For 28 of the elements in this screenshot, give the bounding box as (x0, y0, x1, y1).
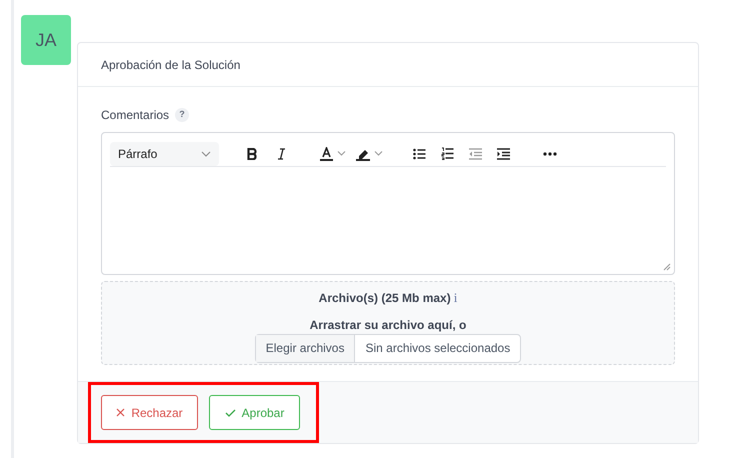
info-icon[interactable]: i (454, 288, 458, 308)
check-icon (224, 408, 236, 416)
chevron-down-icon (337, 151, 346, 156)
bullet-list-icon[interactable] (413, 148, 426, 160)
more-icon[interactable] (543, 152, 557, 156)
outdent-icon[interactable] (469, 148, 482, 160)
help-badge[interactable]: ? (175, 108, 190, 122)
chevron-down-icon (201, 150, 211, 156)
italic-icon[interactable] (277, 148, 286, 160)
comments-label: Comentarios (101, 107, 170, 124)
bold-icon[interactable] (247, 148, 258, 160)
indent-icon[interactable] (497, 148, 510, 160)
resize-grip-icon[interactable] (663, 263, 671, 271)
numbered-list-icon[interactable] (441, 147, 454, 160)
file-dropzone[interactable]: Archivo(s) (25 Mb max) i Arrastrar su archivo aquí, o Elegir archivos Sin archivos seleccionados (101, 281, 675, 365)
file-status: Sin archivos seleccionados (364, 340, 512, 357)
file-input-field[interactable]: Elegir archivos Sin archivos seleccionados (254, 334, 522, 362)
drop-hint: Arrastrar su archivo aquí, o (310, 316, 466, 334)
reject-button[interactable]: Rechazar (101, 395, 198, 430)
close-icon (116, 408, 126, 417)
rich-text-editor[interactable]: Párrafo (101, 132, 675, 275)
user-avatar: JA (21, 15, 71, 65)
text-color-icon[interactable] (320, 146, 333, 160)
upload-label: Archivo(s) (25 Mb max) (318, 290, 451, 307)
block-format-dropdown[interactable]: Párrafo (110, 142, 219, 166)
choose-files-button[interactable]: Elegir archivos (256, 334, 356, 362)
chevron-down-icon (374, 151, 383, 156)
card-title: Aprobación de la Solución (101, 56, 240, 74)
